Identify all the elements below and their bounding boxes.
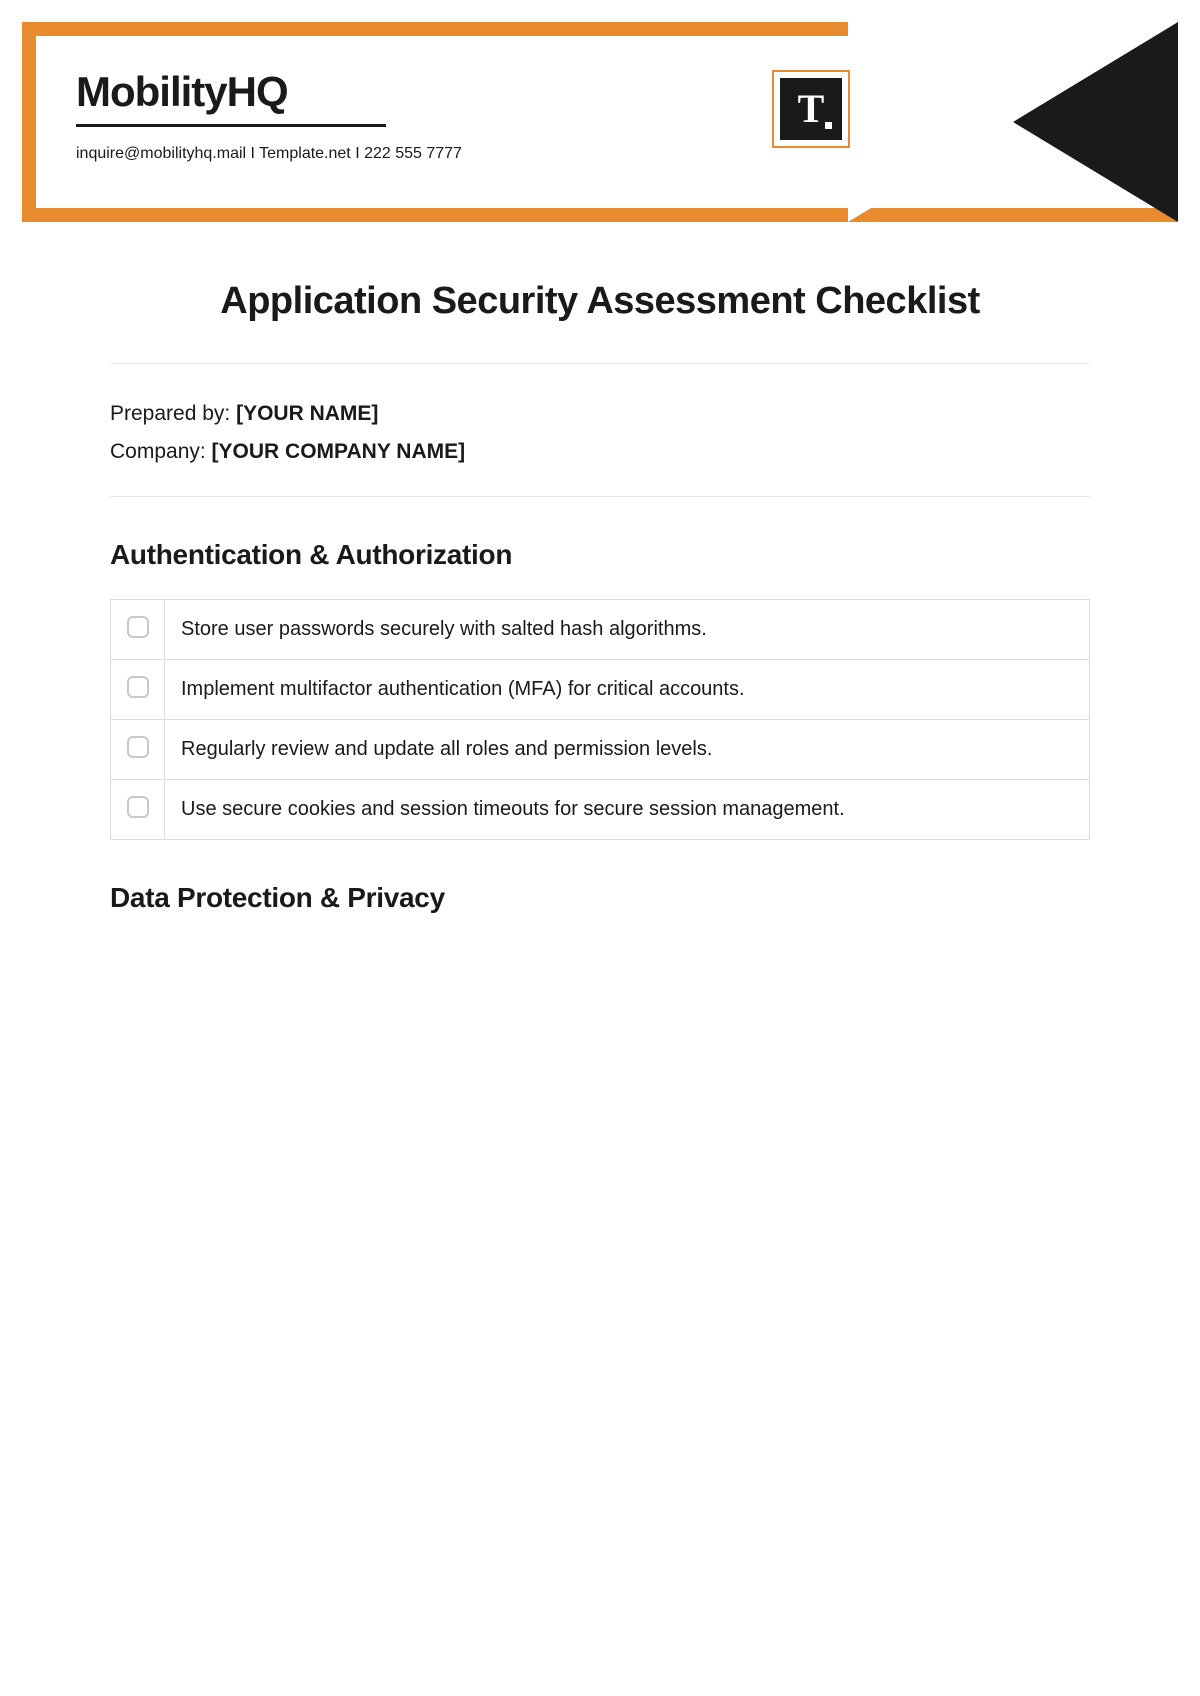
- document-title: Application Security Assessment Checklis…: [110, 280, 1090, 323]
- checkbox-cell: [111, 600, 165, 660]
- checkbox-icon[interactable]: [127, 796, 149, 818]
- logo-letter: T: [798, 89, 825, 129]
- document-content: Application Security Assessment Checklis…: [110, 280, 1090, 942]
- checkbox-icon[interactable]: [127, 616, 149, 638]
- prepared-by-row: Prepared by: [YOUR NAME]: [110, 402, 1090, 426]
- corner-decoration-white: [848, 22, 1178, 222]
- divider: [110, 363, 1090, 364]
- checkbox-cell: [111, 720, 165, 780]
- checklist-table-auth: Store user passwords securely with salte…: [110, 599, 1090, 840]
- meta-block: Prepared by: [YOUR NAME] Company: [YOUR …: [110, 402, 1090, 464]
- section-heading-data: Data Protection & Privacy: [110, 882, 1090, 914]
- checkbox-icon[interactable]: [127, 736, 149, 758]
- logo-dot-icon: [825, 122, 832, 129]
- prepared-by-label: Prepared by:: [110, 402, 236, 425]
- logo-inner: T: [780, 78, 842, 140]
- checklist-row: Store user passwords securely with salte…: [111, 600, 1090, 660]
- checkbox-cell: [111, 780, 165, 840]
- divider: [110, 496, 1090, 497]
- brand-underline: [76, 124, 386, 127]
- checklist-row: Regularly review and update all roles an…: [111, 720, 1090, 780]
- company-value: [YOUR COMPANY NAME]: [212, 440, 466, 463]
- checklist-row: Use secure cookies and session timeouts …: [111, 780, 1090, 840]
- logo: T: [772, 70, 850, 148]
- checklist-item-text: Regularly review and update all roles an…: [165, 720, 1090, 780]
- border-left: [22, 22, 36, 222]
- checklist-item-text: Implement multifactor authentication (MF…: [165, 660, 1090, 720]
- section-heading-auth: Authentication & Authorization: [110, 539, 1090, 571]
- checkbox-cell: [111, 660, 165, 720]
- checklist-item-text: Store user passwords securely with salte…: [165, 600, 1090, 660]
- prepared-by-value: [YOUR NAME]: [236, 402, 378, 425]
- company-row: Company: [YOUR COMPANY NAME]: [110, 440, 1090, 464]
- checklist-row: Implement multifactor authentication (MF…: [111, 660, 1090, 720]
- checkbox-icon[interactable]: [127, 676, 149, 698]
- company-label: Company:: [110, 440, 212, 463]
- checklist-item-text: Use secure cookies and session timeouts …: [165, 780, 1090, 840]
